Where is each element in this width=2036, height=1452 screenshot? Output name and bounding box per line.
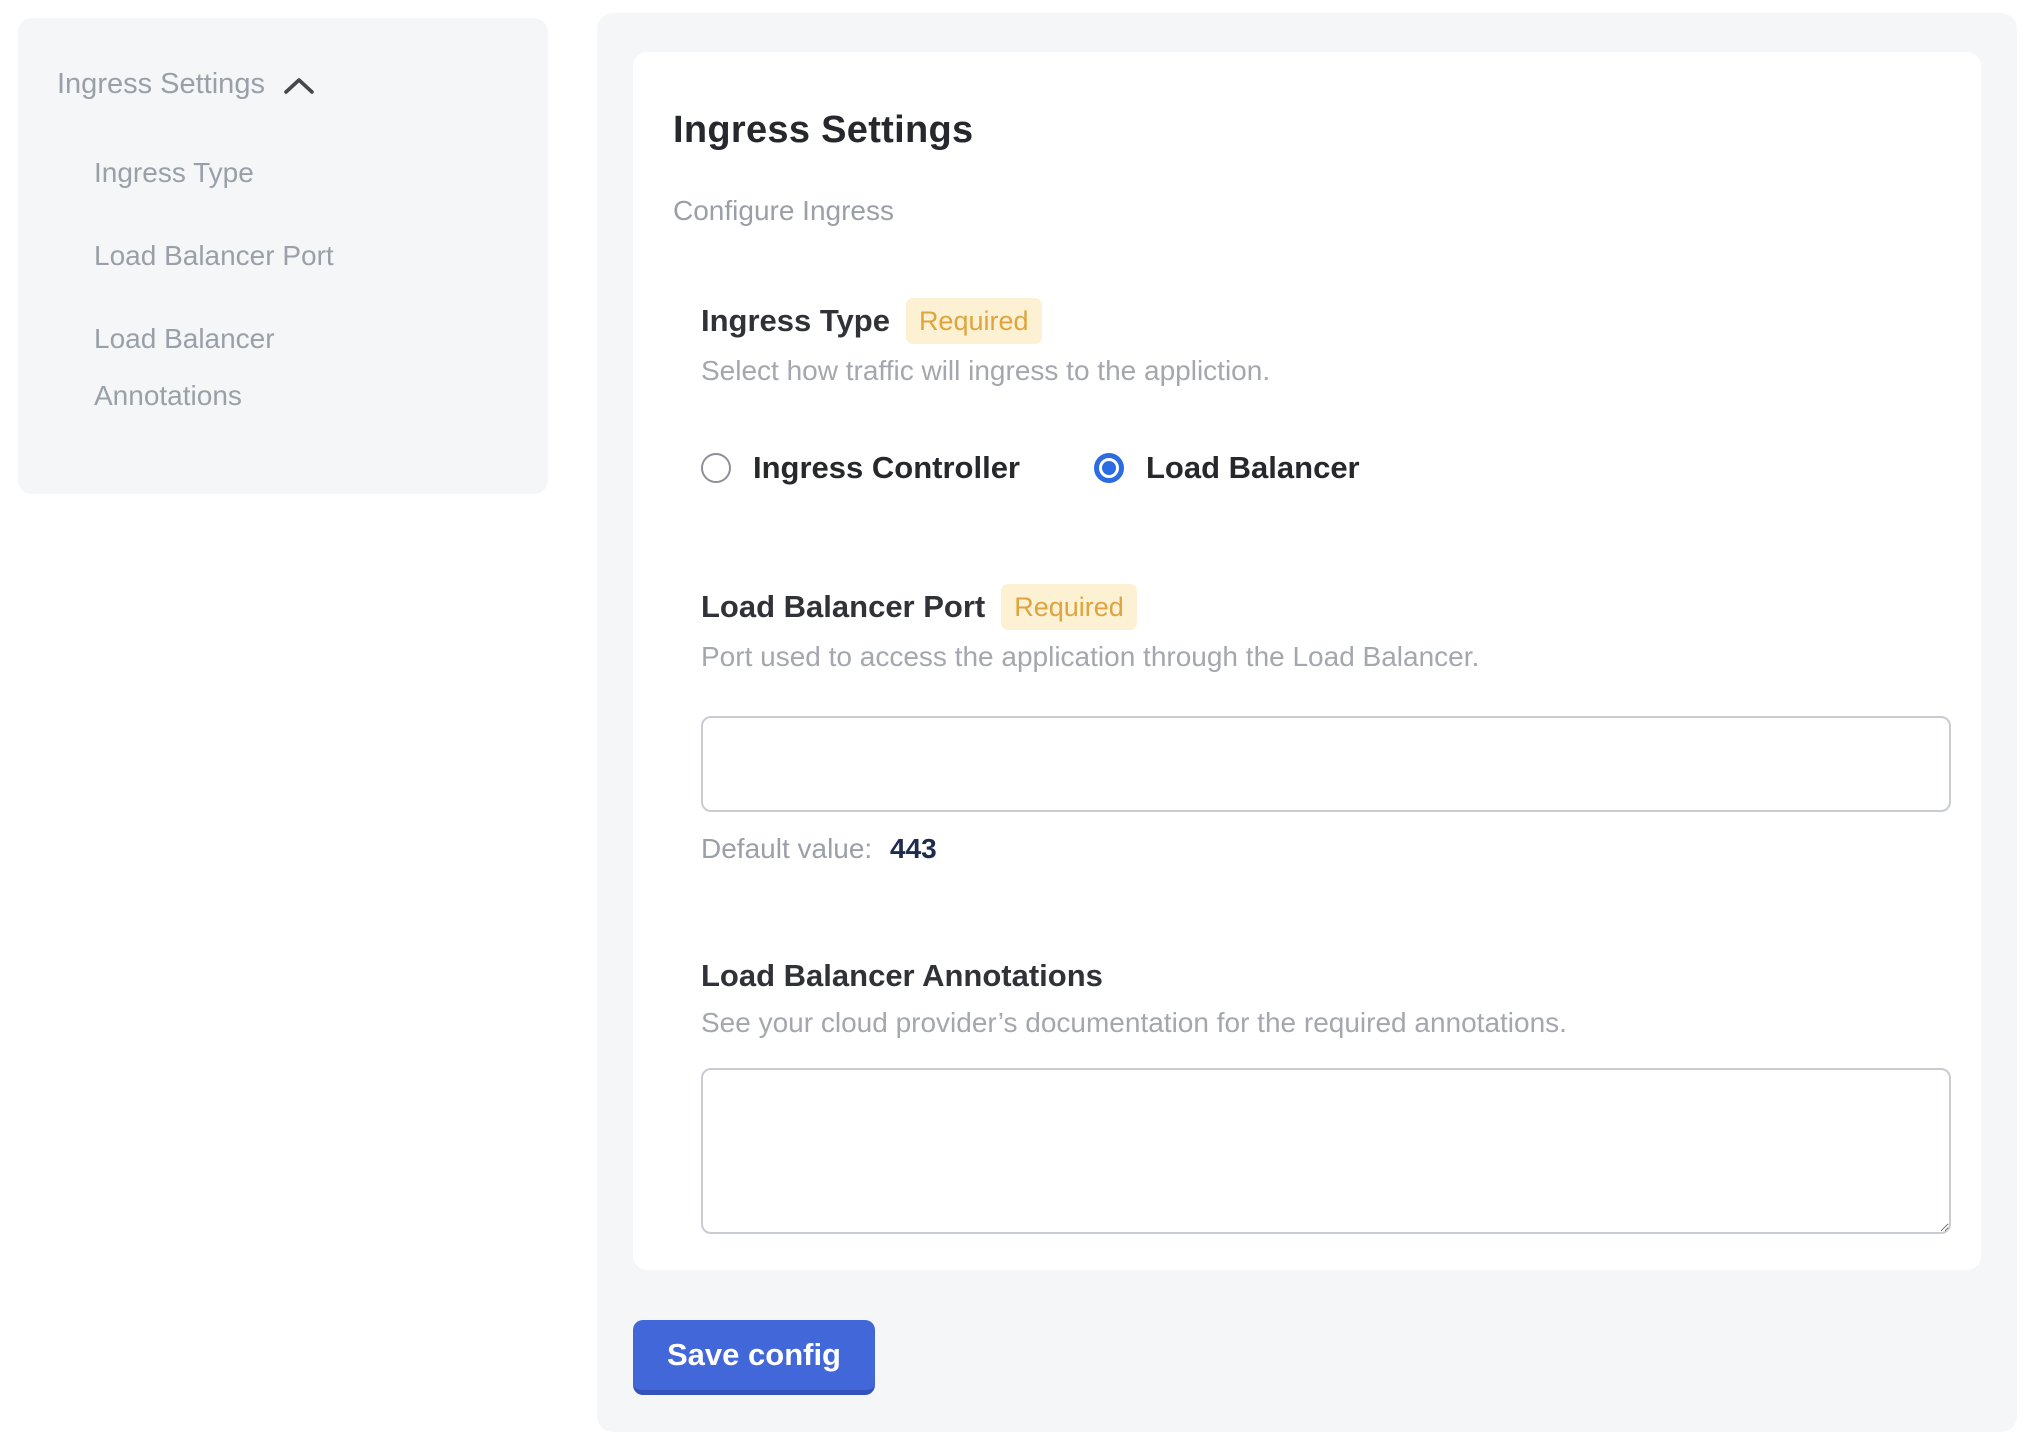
app-root: Ingress Settings Ingress Type Load Balan…: [0, 0, 2036, 1452]
sidebar-item-load-balancer-port[interactable]: Load Balancer Port: [94, 227, 518, 284]
page-title: Ingress Settings: [673, 108, 1981, 152]
load-balancer-port-input[interactable]: [701, 716, 1951, 812]
radio-label-ingress-controller: Ingress Controller: [753, 450, 1020, 486]
field-ingress-type: Ingress Type Required Select how traffic…: [701, 298, 1953, 486]
default-value-line: Default value: 443: [701, 832, 1953, 866]
load-balancer-port-description: Port used to access the application thro…: [701, 640, 1953, 674]
load-balancer-port-label: Load Balancer Port: [701, 587, 985, 627]
sidebar-section-label: Ingress Settings: [57, 64, 265, 104]
sidebar-item-load-balancer-annotations[interactable]: Load Balancer Annotations: [94, 310, 404, 424]
sidebar-section-toggle[interactable]: Ingress Settings: [57, 64, 518, 104]
required-badge: Required: [906, 298, 1042, 344]
chevron-up-icon[interactable]: [283, 76, 315, 96]
sidebar-item-list: Ingress Type Load Balancer Port Load Bal…: [57, 144, 518, 424]
radio-selected-icon[interactable]: [1094, 453, 1124, 483]
field-label-row: Load Balancer Annotations: [701, 956, 1953, 996]
default-value-label: Default value:: [701, 833, 872, 864]
load-balancer-annotations-label: Load Balancer Annotations: [701, 956, 1103, 996]
field-label-row: Ingress Type Required: [701, 298, 1953, 344]
settings-panel: Ingress Settings Configure Ingress Ingre…: [597, 13, 2017, 1432]
load-balancer-annotations-description: See your cloud provider’s documentation …: [701, 1006, 1953, 1040]
ingress-type-radio-group: Ingress Controller Load Balancer: [701, 450, 1953, 486]
settings-nav-sidebar: Ingress Settings Ingress Type Load Balan…: [18, 18, 548, 494]
save-config-button[interactable]: Save config: [633, 1320, 875, 1395]
field-load-balancer-port: Load Balancer Port Required Port used to…: [701, 584, 1953, 866]
ingress-settings-card: Ingress Settings Configure Ingress Ingre…: [633, 52, 1981, 1270]
page-subtitle: Configure Ingress: [673, 192, 1981, 230]
form-fields: Ingress Type Required Select how traffic…: [701, 298, 1953, 1234]
default-value: 443: [890, 833, 937, 864]
required-badge: Required: [1001, 584, 1137, 630]
ingress-type-description: Select how traffic will ingress to the a…: [701, 354, 1953, 388]
load-balancer-annotations-textarea[interactable]: [701, 1068, 1951, 1234]
ingress-type-label: Ingress Type: [701, 301, 890, 341]
radio-unselected-icon[interactable]: [701, 453, 731, 483]
radio-label-load-balancer: Load Balancer: [1146, 450, 1360, 486]
field-label-row: Load Balancer Port Required: [701, 584, 1953, 630]
radio-option-load-balancer[interactable]: Load Balancer: [1094, 450, 1360, 486]
sidebar-item-ingress-type[interactable]: Ingress Type: [94, 144, 518, 201]
field-load-balancer-annotations: Load Balancer Annotations See your cloud…: [701, 956, 1953, 1234]
radio-option-ingress-controller[interactable]: Ingress Controller: [701, 450, 1020, 486]
